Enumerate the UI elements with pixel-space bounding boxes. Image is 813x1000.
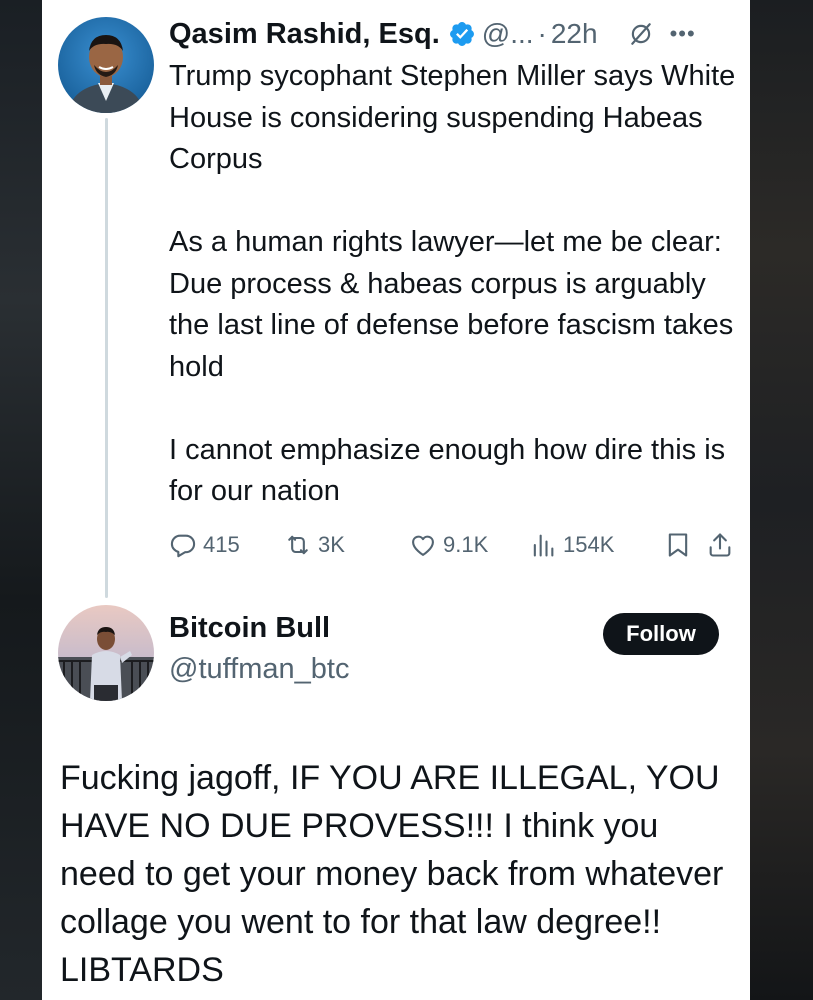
thread-connector-line	[105, 118, 108, 598]
reply-author-info: Bitcoin Bull @tuffman_btc	[169, 612, 349, 686]
reply-author-handle[interactable]: @tuffman_btc	[169, 653, 349, 686]
grok-icon[interactable]	[628, 21, 654, 47]
repost-button[interactable]: 3K	[284, 523, 345, 567]
verified-badge-icon	[449, 22, 474, 46]
views-icon	[533, 534, 554, 557]
tweet-paragraph: I cannot emphasize enough how dire this …	[169, 433, 726, 508]
view-count: 154K	[563, 532, 615, 557]
share-button[interactable]	[706, 523, 734, 567]
reply-author-display-name[interactable]: Bitcoin Bull	[169, 612, 349, 645]
background-left-edge	[0, 0, 42, 1000]
tweet-paragraph: Trump sycophant Stephen Miller says Whit…	[169, 60, 736, 175]
author-avatar[interactable]	[58, 17, 154, 113]
tweet-timestamp[interactable]: 22h	[551, 18, 598, 50]
bookmark-icon	[668, 533, 688, 557]
tweet-panel: Qasim Rashid, Esq. @... · 22h ••• Trump …	[42, 0, 750, 1000]
avatar-photo	[58, 605, 154, 701]
tweet-action-bar: 415 3K 9.1K 154K	[169, 523, 739, 567]
background-right-edge	[750, 0, 813, 1000]
share-icon	[709, 533, 731, 557]
author-handle[interactable]: @...	[482, 18, 534, 50]
more-icon[interactable]: •••	[670, 21, 696, 47]
author-display-name[interactable]: Qasim Rashid, Esq.	[169, 18, 440, 51]
repost-icon	[288, 535, 308, 555]
tweet-body: Trump sycophant Stephen Miller says Whit…	[169, 56, 739, 513]
reply-body: Fucking jagoff, IF YOU ARE ILLEGAL, YOU …	[60, 759, 724, 989]
like-count: 9.1K	[443, 532, 489, 557]
like-icon	[412, 535, 434, 556]
avatar-photo	[58, 17, 154, 113]
reply-icon	[170, 534, 196, 558]
tweet-header: Qasim Rashid, Esq. @... · 22h •••	[169, 12, 739, 56]
like-button[interactable]: 9.1K	[409, 523, 488, 567]
follow-button[interactable]: Follow	[603, 613, 719, 655]
bookmark-button[interactable]	[664, 523, 692, 567]
repost-count: 3K	[318, 532, 345, 557]
views-button[interactable]: 154K	[529, 523, 614, 567]
reply-author-avatar[interactable]	[58, 605, 154, 701]
separator-dot: ·	[537, 18, 547, 49]
reply-count: 415	[203, 532, 240, 557]
reply-button[interactable]: 415	[169, 523, 240, 567]
tweet-paragraph: As a human rights lawyer—let me be clear…	[169, 226, 734, 383]
